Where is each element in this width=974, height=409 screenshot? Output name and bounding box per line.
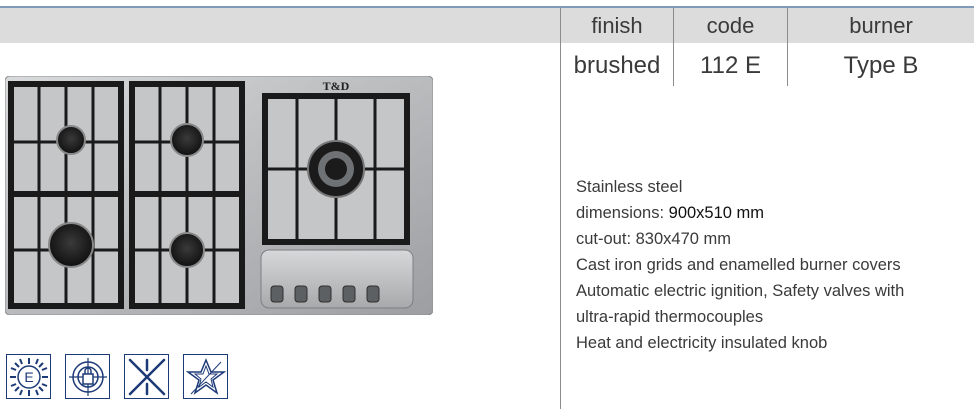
feature-list: Stainless steel dimensions: 900x510 mm c… <box>576 174 966 356</box>
header-band <box>0 8 560 43</box>
dimensions-value: 900x510 mm <box>668 204 765 222</box>
safety-lock-icon <box>65 354 110 399</box>
feature-thermocouples: ultra-rapid thermocouples <box>576 308 764 326</box>
column-divider-code <box>673 8 674 86</box>
energy-e-icon: E <box>6 354 51 399</box>
star-quality-icon <box>183 354 228 399</box>
dimensions-prefix: dimensions: <box>576 204 669 222</box>
cell-code: 112 E <box>700 52 761 79</box>
feature-dimensions: dimensions: 900x510 mm <box>576 200 966 226</box>
energy-e-label: E <box>24 369 33 385</box>
column-divider-burner <box>787 8 788 86</box>
header-code: code <box>674 8 787 43</box>
header-finish: finish <box>561 8 673 43</box>
cell-burner: Type B <box>843 52 919 79</box>
feature-ignition: Automatic electric ignition, Safety valv… <box>576 282 905 300</box>
feature-cutout: cut-out: 830x470 mm <box>576 230 731 248</box>
feature-knob: Heat and electricity insulated knob <box>576 334 828 352</box>
header-burner: burner <box>788 8 974 43</box>
feature-grids: Cast iron grids and enamelled burner cov… <box>576 256 901 274</box>
feature-material: Stainless steel <box>576 178 683 196</box>
cast-iron-grid-icon <box>124 354 169 399</box>
cell-finish: brushed <box>573 52 661 79</box>
brand-label: T&D <box>323 79 350 93</box>
cooktop-image: T&D <box>5 76 433 315</box>
column-divider-main <box>560 8 561 409</box>
badge-row: E <box>6 354 228 404</box>
